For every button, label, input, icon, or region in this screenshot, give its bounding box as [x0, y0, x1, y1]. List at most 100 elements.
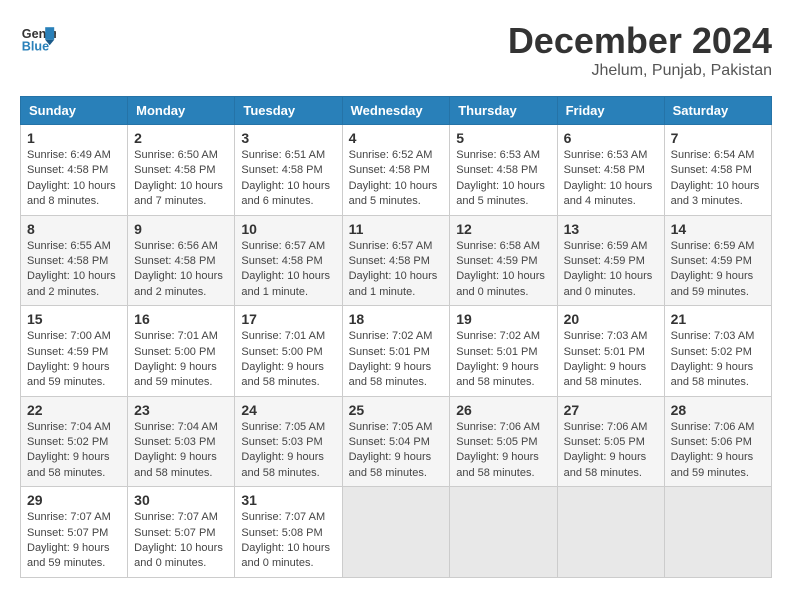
- calendar-day-cell: 28 Sunrise: 7:06 AM Sunset: 5:06 PM Dayli…: [664, 396, 771, 487]
- calendar-day-cell: 18 Sunrise: 7:02 AM Sunset: 5:01 PM Dayli…: [342, 306, 450, 397]
- calendar-day-cell: 19Sunrise: 7:02 AM Sunset: 5:01 PM Dayli…: [450, 306, 557, 397]
- calendar-day-cell: 30Sunrise: 7:07 AM Sunset: 5:07 PM Dayli…: [128, 487, 235, 578]
- day-info: Sunrise: 6:50 AM Sunset: 4:58 PM Dayligh…: [134, 148, 228, 210]
- day-info: Sunrise: 6:53 AM Sunset: 4:58 PM Dayligh…: [456, 148, 550, 210]
- calendar-week-row: 8 Sunrise: 6:55 AM Sunset: 4:58 PM Daylig…: [21, 215, 772, 306]
- day-number: 13: [564, 221, 658, 237]
- svg-text:Blue: Blue: [22, 40, 49, 54]
- calendar-week-row: 1 Sunrise: 6:49 AM Sunset: 4:58 PM Daylig…: [21, 125, 772, 216]
- month-title: December 2024: [508, 20, 772, 62]
- calendar-day-cell: 29Sunrise: 7:07 AM Sunset: 5:07 PM Dayli…: [21, 487, 128, 578]
- calendar-day-cell: 14 Sunrise: 6:59 AM Sunset: 4:59 PM Dayli…: [664, 215, 771, 306]
- title-block: December 2024 Jhelum, Punjab, Pakistan: [508, 20, 772, 80]
- day-info: Sunrise: 7:06 AM Sunset: 5:05 PM Dayligh…: [456, 420, 550, 482]
- day-info: Sunrise: 6:59 AM Sunset: 4:59 PM Dayligh…: [671, 239, 765, 301]
- calendar-day-cell: 10 Sunrise: 6:57 AM Sunset: 4:58 PM Dayli…: [235, 215, 342, 306]
- day-info: Sunrise: 7:07 AM Sunset: 5:07 PM Dayligh…: [134, 510, 228, 572]
- calendar-day-cell: 25 Sunrise: 7:05 AM Sunset: 5:04 PM Dayli…: [342, 396, 450, 487]
- weekday-header-cell: Thursday: [450, 97, 557, 125]
- calendar-day-cell: 9Sunrise: 6:56 AM Sunset: 4:58 PM Daylig…: [128, 215, 235, 306]
- calendar-day-cell: 31 Sunrise: 7:07 AM Sunset: 5:08 PM Dayli…: [235, 487, 342, 578]
- weekday-header-cell: Wednesday: [342, 97, 450, 125]
- day-number: 1: [27, 130, 121, 146]
- weekday-header-row: SundayMondayTuesdayWednesdayThursdayFrid…: [21, 97, 772, 125]
- day-info: Sunrise: 7:04 AM Sunset: 5:02 PM Dayligh…: [27, 420, 121, 482]
- day-info: Sunrise: 6:57 AM Sunset: 4:58 PM Dayligh…: [241, 239, 335, 301]
- calendar-day-cell: 5 Sunrise: 6:53 AM Sunset: 4:58 PM Daylig…: [450, 125, 557, 216]
- day-number: 20: [564, 311, 658, 327]
- day-info: Sunrise: 7:02 AM Sunset: 5:01 PM Dayligh…: [456, 329, 550, 391]
- calendar-day-cell: [342, 487, 450, 578]
- calendar-day-cell: 17 Sunrise: 7:01 AM Sunset: 5:00 PM Dayli…: [235, 306, 342, 397]
- calendar-day-cell: 27 Sunrise: 7:06 AM Sunset: 5:05 PM Dayli…: [557, 396, 664, 487]
- day-info: Sunrise: 7:06 AM Sunset: 5:06 PM Dayligh…: [671, 420, 765, 482]
- day-number: 26: [456, 402, 550, 418]
- day-info: Sunrise: 7:07 AM Sunset: 5:08 PM Dayligh…: [241, 510, 335, 572]
- day-info: Sunrise: 6:57 AM Sunset: 4:58 PM Dayligh…: [349, 239, 444, 301]
- day-number: 8: [27, 221, 121, 237]
- day-info: Sunrise: 6:54 AM Sunset: 4:58 PM Dayligh…: [671, 148, 765, 210]
- weekday-header-cell: Saturday: [664, 97, 771, 125]
- location: Jhelum, Punjab, Pakistan: [508, 62, 772, 80]
- calendar-day-cell: 15Sunrise: 7:00 AM Sunset: 4:59 PM Dayli…: [21, 306, 128, 397]
- calendar-day-cell: 4Sunrise: 6:52 AM Sunset: 4:58 PM Daylig…: [342, 125, 450, 216]
- weekday-header-cell: Monday: [128, 97, 235, 125]
- calendar-day-cell: 21Sunrise: 7:03 AM Sunset: 5:02 PM Dayli…: [664, 306, 771, 397]
- day-info: Sunrise: 7:05 AM Sunset: 5:04 PM Dayligh…: [349, 420, 444, 482]
- day-number: 15: [27, 311, 121, 327]
- day-number: 14: [671, 221, 765, 237]
- day-number: 5: [456, 130, 550, 146]
- logo-icon: General Blue: [20, 20, 56, 56]
- weekday-header-cell: Tuesday: [235, 97, 342, 125]
- day-info: Sunrise: 7:04 AM Sunset: 5:03 PM Dayligh…: [134, 420, 228, 482]
- calendar-day-cell: 22 Sunrise: 7:04 AM Sunset: 5:02 PM Dayli…: [21, 396, 128, 487]
- day-number: 9: [134, 221, 228, 237]
- day-number: 18: [349, 311, 444, 327]
- calendar-week-row: 15Sunrise: 7:00 AM Sunset: 4:59 PM Dayli…: [21, 306, 772, 397]
- calendar-week-row: 22 Sunrise: 7:04 AM Sunset: 5:02 PM Dayli…: [21, 396, 772, 487]
- day-number: 31: [241, 492, 335, 508]
- calendar-day-cell: 16 Sunrise: 7:01 AM Sunset: 5:00 PM Dayli…: [128, 306, 235, 397]
- day-number: 29: [27, 492, 121, 508]
- day-info: Sunrise: 6:49 AM Sunset: 4:58 PM Dayligh…: [27, 148, 121, 210]
- calendar-day-cell: 26 Sunrise: 7:06 AM Sunset: 5:05 PM Dayli…: [450, 396, 557, 487]
- day-number: 17: [241, 311, 335, 327]
- day-info: Sunrise: 7:01 AM Sunset: 5:00 PM Dayligh…: [241, 329, 335, 391]
- day-number: 24: [241, 402, 335, 418]
- day-number: 10: [241, 221, 335, 237]
- day-number: 12: [456, 221, 550, 237]
- calendar-day-cell: 24 Sunrise: 7:05 AM Sunset: 5:03 PM Dayli…: [235, 396, 342, 487]
- calendar-day-cell: [450, 487, 557, 578]
- day-number: 27: [564, 402, 658, 418]
- weekday-header-cell: Sunday: [21, 97, 128, 125]
- day-info: Sunrise: 6:55 AM Sunset: 4:58 PM Dayligh…: [27, 239, 121, 301]
- calendar-day-cell: 20 Sunrise: 7:03 AM Sunset: 5:01 PM Dayli…: [557, 306, 664, 397]
- calendar-day-cell: 2 Sunrise: 6:50 AM Sunset: 4:58 PM Daylig…: [128, 125, 235, 216]
- calendar-day-cell: 1 Sunrise: 6:49 AM Sunset: 4:58 PM Daylig…: [21, 125, 128, 216]
- day-info: Sunrise: 7:06 AM Sunset: 5:05 PM Dayligh…: [564, 420, 658, 482]
- day-info: Sunrise: 6:51 AM Sunset: 4:58 PM Dayligh…: [241, 148, 335, 210]
- calendar-day-cell: 23 Sunrise: 7:04 AM Sunset: 5:03 PM Dayli…: [128, 396, 235, 487]
- day-number: 3: [241, 130, 335, 146]
- day-info: Sunrise: 6:53 AM Sunset: 4:58 PM Dayligh…: [564, 148, 658, 210]
- day-number: 2: [134, 130, 228, 146]
- day-info: Sunrise: 7:05 AM Sunset: 5:03 PM Dayligh…: [241, 420, 335, 482]
- calendar-day-cell: 6Sunrise: 6:53 AM Sunset: 4:58 PM Daylig…: [557, 125, 664, 216]
- day-info: Sunrise: 7:03 AM Sunset: 5:01 PM Dayligh…: [564, 329, 658, 391]
- calendar-day-cell: 3 Sunrise: 6:51 AM Sunset: 4:58 PM Daylig…: [235, 125, 342, 216]
- day-number: 28: [671, 402, 765, 418]
- calendar-table: SundayMondayTuesdayWednesdayThursdayFrid…: [20, 96, 772, 578]
- day-number: 23: [134, 402, 228, 418]
- day-info: Sunrise: 6:52 AM Sunset: 4:58 PM Dayligh…: [349, 148, 444, 210]
- page-header: General Blue December 2024 Jhelum, Punja…: [20, 20, 772, 80]
- day-number: 25: [349, 402, 444, 418]
- day-info: Sunrise: 7:01 AM Sunset: 5:00 PM Dayligh…: [134, 329, 228, 391]
- day-number: 22: [27, 402, 121, 418]
- calendar-day-cell: [557, 487, 664, 578]
- day-number: 16: [134, 311, 228, 327]
- weekday-header-cell: Friday: [557, 97, 664, 125]
- day-info: Sunrise: 7:02 AM Sunset: 5:01 PM Dayligh…: [349, 329, 444, 391]
- day-number: 11: [349, 221, 444, 237]
- calendar-day-cell: 12Sunrise: 6:58 AM Sunset: 4:59 PM Dayli…: [450, 215, 557, 306]
- calendar-day-cell: 8 Sunrise: 6:55 AM Sunset: 4:58 PM Daylig…: [21, 215, 128, 306]
